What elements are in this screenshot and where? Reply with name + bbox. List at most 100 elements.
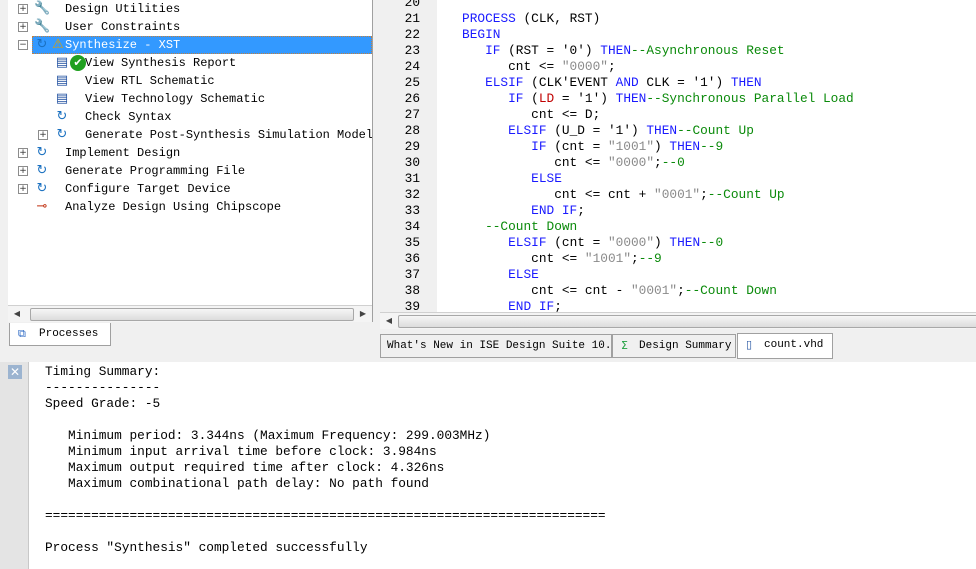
code-text: IF (LD = '1') THEN--Synchronous Parallel… [439,91,854,107]
code-token: --Count Down [485,219,578,234]
tab-label: count.vhd [764,339,824,351]
tree-item[interactable]: Design Utilities + 🔧 [8,0,372,18]
code-line: 21 PROCESS (CLK, RST) [380,11,976,27]
console-line: Maximum combinational path delay: No pat… [45,476,429,491]
vhdl-file-icon: ▯ [746,338,753,351]
line-number: 23 [404,43,420,58]
line-number: 31 [404,171,420,186]
scroll-thumb[interactable] [398,315,976,328]
code-line: 27 cnt <= D; [380,107,976,123]
editor-hscrollbar[interactable]: ◀ [380,312,976,329]
code-token: ) [654,235,670,250]
line-number: 39 [404,299,420,312]
line-number: 28 [404,123,420,138]
scroll-left-icon[interactable]: ◀ [10,306,24,322]
code-token: cnt <= cnt - [439,283,631,298]
line-number: 24 [404,59,420,74]
collapse-icon[interactable]: − [18,40,28,50]
line-number: 38 [404,283,420,298]
code-line: 30 cnt <= "0000";--0 [380,155,976,171]
expand-icon[interactable]: + [18,22,28,32]
tree-item[interactable]: Generate Programming File + ↻ [8,162,372,180]
processes-icon: ⧉ [18,327,26,340]
sigma-icon: Σ [621,339,628,352]
tree-item[interactable]: User Constraints + 🔧 [8,18,372,36]
tree-item[interactable]: Analyze Design Using Chipscope ⊸ [8,198,372,216]
tab-editor[interactable]: Σ Design Summary [612,334,736,358]
code-line: 38 cnt <= cnt - "0001";--Count Down [380,283,976,299]
code-token: --0 [661,155,685,170]
console-line: Timing Summary: [45,364,161,379]
expand-icon[interactable]: + [18,4,28,14]
tree-item[interactable]: Synthesize - XST − ⚠ ↻ [8,36,372,54]
code-line: 20 [380,0,976,11]
code-token: IF [485,43,501,58]
code-token: --9 [700,139,724,154]
code-token: ; [677,283,685,298]
code-text: ELSE [439,171,562,187]
code-text: END IF; [439,299,562,312]
scroll-left-icon[interactable]: ◀ [382,313,396,329]
tree-item[interactable]: View Synthesis Report ✔ ▤ [8,54,372,72]
tree-item[interactable]: Implement Design + ↻ [8,144,372,162]
line-number: 25 [404,75,420,90]
tree-item[interactable]: View RTL Schematic ▤ [8,72,372,90]
code-line: 28 ELSIF (U_D = '1') THEN--Count Up [380,123,976,139]
expand-icon[interactable]: + [18,166,28,176]
tree-item-label: Generate Programming File [65,164,246,178]
processes-panel: Design Utilities + 🔧 User Constraints + 🔧 Synt… [8,0,373,322]
code-text: END IF; [439,203,585,219]
line-number: 22 [404,27,420,42]
code-text: PROCESS (CLK, RST) [439,11,600,27]
console-sidebar: ✕ [0,362,29,569]
console-line: ========================================… [45,508,606,523]
code-token: ; [577,203,585,218]
code-token: --Synchronous Parallel Load [646,91,854,106]
console-line: Process "Synthesis" completed successful… [45,540,368,555]
code-editor[interactable]: 20 21 PROCESS (CLK, RST) 22 BEGIN 23 IF (RS… [380,0,976,312]
code-line: 25 ELSIF (CLK'EVENT AND CLK = '1') THEN [380,75,976,91]
tree-item-label: View Synthesis Report [85,56,237,70]
tab-processes[interactable]: ⧉ Processes [9,323,111,346]
code-text: ELSIF (U_D = '1') THEN--Count Up [439,123,754,139]
code-token: (U_D = '1') [546,123,647,138]
tab-editor[interactable]: ▯ count.vhd [737,333,833,359]
code-text: cnt <= "0000";--0 [439,155,685,171]
processes-hscrollbar[interactable]: ◀ ▶ [8,305,372,322]
tree-item[interactable]: Check Syntax ↻ [8,108,372,126]
code-token: CLK = '1') [638,75,731,90]
tree-item[interactable]: View Technology Schematic ▤ [8,90,372,108]
code-token: "0000" [607,155,655,170]
expand-icon[interactable]: + [18,148,28,158]
tree-item[interactable]: Configure Target Device + ↻ [8,180,372,198]
expand-icon[interactable]: + [38,130,48,140]
code-line: 37 ELSE [380,267,976,283]
console-line: Maximum output required time after clock… [45,460,445,475]
code-line: 39 END IF; [380,299,976,312]
code-token: IF [531,139,547,154]
code-token: cnt <= cnt + [439,187,655,202]
tools-icon: 🔧 [34,1,51,16]
expand-icon[interactable]: + [18,184,28,194]
close-icon[interactable]: ✕ [8,365,22,379]
code-token: (cnt = [546,235,608,250]
line-number: 32 [404,187,420,202]
console-panel: ✕ Timing Summary: --------------- Speed Gr… [0,362,976,569]
tree-item[interactable]: Generate Post-Synthesis Simulation Model… [8,126,372,144]
scroll-right-icon[interactable]: ▶ [356,306,370,322]
code-token: cnt <= D; [439,107,601,122]
tree-item-label: View Technology Schematic [85,92,266,106]
code-token: THEN [600,43,631,58]
code-token: --Asynchronous Reset [631,43,785,58]
scroll-thumb[interactable] [30,308,354,321]
tab-editor[interactable]: What's New in ISE Design Suite 10.1 [380,334,618,358]
code-token: AND [615,75,639,90]
code-token: "0001" [631,283,678,298]
tree-item-label: Synthesize - XST [32,36,372,54]
code-token: THEN [669,139,701,154]
code-token: "0001" [654,187,701,202]
code-token: ; [631,251,639,266]
